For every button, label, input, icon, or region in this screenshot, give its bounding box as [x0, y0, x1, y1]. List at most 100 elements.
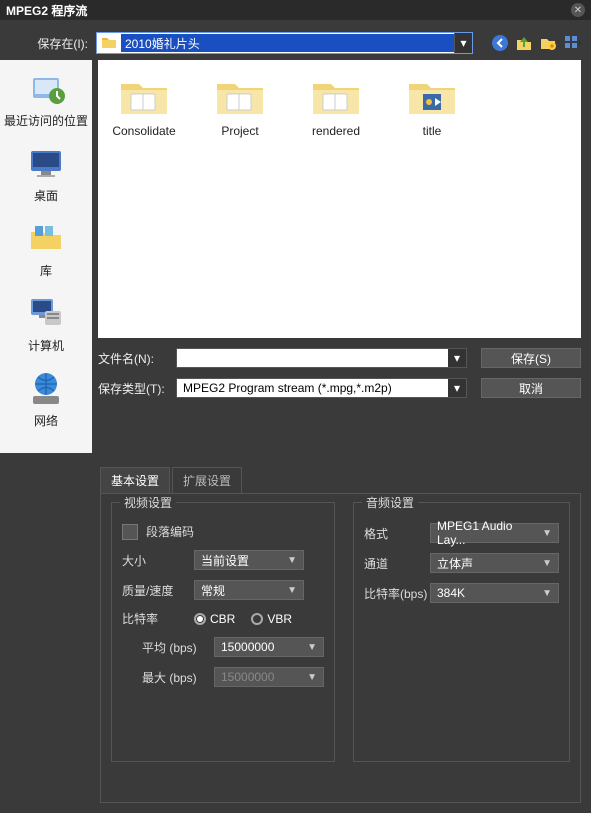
audio-bitrate-label: 比特率(bps)	[364, 585, 430, 602]
folder-icon	[101, 35, 117, 51]
chevron-down-icon[interactable]: ▾	[448, 349, 466, 367]
cancel-button[interactable]: 取消	[481, 378, 581, 398]
audio-format-row: 格式 MPEG1 Audio Lay...▼	[364, 523, 559, 543]
quality-select[interactable]: 常规 ▼	[194, 580, 304, 600]
chevron-down-icon: ▼	[307, 672, 317, 683]
sidebar-item-computer[interactable]: 计算机	[25, 293, 67, 354]
tab-label: 基本设置	[111, 474, 159, 488]
quality-row: 质量/速度 常规 ▼	[122, 580, 324, 600]
chevron-down-icon: ▼	[287, 585, 297, 596]
folder-icon	[213, 74, 267, 118]
folder-label: title	[423, 124, 442, 138]
close-button[interactable]: ✕	[571, 3, 585, 17]
bitrate-label: 比特率	[122, 610, 194, 627]
vbr-label: VBR	[267, 612, 292, 626]
path-dropdown[interactable]: 2010婚礼片头 ▾	[96, 32, 473, 54]
window-title: MPEG2 程序流	[6, 2, 87, 19]
save-button-label: 保存(S)	[511, 350, 551, 367]
file-list[interactable]: Consolidate Project rendered title	[98, 60, 581, 338]
recent-icon	[25, 68, 67, 110]
audio-channel-value: 立体声	[437, 555, 473, 572]
filetype-label: 保存类型(T):	[98, 380, 176, 397]
nav-toolbar	[481, 34, 581, 52]
folder-item[interactable]: title	[396, 74, 468, 138]
size-row: 大小 当前设置▼	[122, 550, 324, 570]
vbr-radio[interactable]	[251, 613, 263, 625]
folder-label: rendered	[312, 124, 360, 138]
folder-item[interactable]: rendered	[300, 74, 372, 138]
folder-icon	[405, 74, 459, 118]
settings-tabs: 基本设置 扩展设置	[100, 467, 581, 493]
sidebar-item-label: 桌面	[34, 187, 58, 204]
size-select[interactable]: 当前设置▼	[194, 550, 304, 570]
save-button[interactable]: 保存(S)	[481, 348, 581, 368]
filename-row: 文件名(N): ▾ 保存(S)	[98, 348, 581, 368]
tab-advanced[interactable]: 扩展设置	[172, 467, 242, 493]
audio-channel-select[interactable]: 立体声 ▼	[430, 553, 559, 573]
max-label: 最大 (bps)	[142, 669, 214, 686]
sidebar-item-desktop[interactable]: 桌面	[25, 143, 67, 204]
folder-icon	[309, 74, 363, 118]
max-bitrate-row: 最大 (bps) 15000000 ▼	[122, 667, 324, 687]
filename-label: 文件名(N):	[98, 350, 176, 367]
cancel-button-label: 取消	[519, 380, 543, 397]
computer-icon	[25, 293, 67, 335]
main-row: 最近访问的位置 桌面 库 计算机 网络 Consolidate Proj	[0, 60, 591, 453]
folder-label: Project	[221, 124, 258, 138]
sidebar-item-label: 计算机	[28, 337, 64, 354]
size-label: 大小	[122, 552, 194, 569]
network-icon	[25, 368, 67, 410]
audio-bitrate-row: 比特率(bps) 384K▼	[364, 583, 559, 603]
library-icon	[25, 218, 67, 260]
folder-item[interactable]: Project	[204, 74, 276, 138]
audio-format-label: 格式	[364, 525, 430, 542]
video-group-title: 视频设置	[120, 494, 176, 511]
file-fields: 文件名(N): ▾ 保存(S) 保存类型(T): MPEG2 Program s…	[98, 338, 581, 416]
view-mode-icon[interactable]	[563, 34, 581, 52]
avg-label: 平均 (bps)	[142, 639, 214, 656]
filename-input[interactable]: ▾	[176, 348, 467, 368]
path-text: 2010婚礼片头	[121, 34, 454, 52]
quality-value: 常规	[201, 582, 225, 599]
titlebar: MPEG2 程序流 ✕	[0, 0, 591, 20]
audio-format-select[interactable]: MPEG1 Audio Lay...▼	[430, 523, 559, 543]
avg-bitrate-select[interactable]: 15000000▼	[214, 637, 324, 657]
chevron-down-icon[interactable]: ▾	[448, 379, 466, 397]
video-settings-group: 视频设置 段落编码 大小 当前设置▼ 质量/速度 常规▼ 比特率 CBR VBR	[111, 502, 335, 762]
folder-item[interactable]: Consolidate	[108, 74, 180, 138]
size-value: 当前设置	[201, 552, 249, 569]
audio-channel-label: 通道	[364, 555, 430, 572]
tab-label: 扩展设置	[183, 474, 231, 488]
chevron-down-icon: ▼	[542, 528, 552, 539]
max-value: 15000000	[221, 670, 274, 684]
chevron-down-icon[interactable]: ▾	[454, 33, 472, 53]
segment-encode-row: 段落编码	[122, 523, 324, 540]
quality-label: 质量/速度	[122, 582, 194, 599]
up-icon[interactable]	[515, 34, 533, 52]
segment-encode-checkbox[interactable]	[122, 524, 138, 540]
cbr-radio[interactable]	[194, 613, 206, 625]
filetype-select[interactable]: MPEG2 Program stream (*.mpg,*.m2p) ▾	[176, 378, 467, 398]
chevron-down-icon: ▼	[542, 558, 552, 569]
tab-basic[interactable]: 基本设置	[100, 467, 170, 493]
chevron-down-icon: ▼	[542, 588, 552, 599]
sidebar-item-recent[interactable]: 最近访问的位置	[4, 68, 88, 129]
sidebar-item-library[interactable]: 库	[25, 218, 67, 279]
max-bitrate-select: 15000000 ▼	[214, 667, 324, 687]
audio-channel-row: 通道 立体声 ▼	[364, 553, 559, 573]
desktop-icon	[25, 143, 67, 185]
sidebar-item-label: 最近访问的位置	[4, 112, 88, 129]
sidebar-item-label: 网络	[34, 412, 58, 429]
settings-area: 基本设置 扩展设置 视频设置 段落编码 大小 当前设置▼ 质量/速度 常规▼ 比…	[0, 453, 591, 813]
file-area: Consolidate Project rendered title 文件名(N…	[92, 60, 591, 453]
sidebar-item-label: 库	[40, 262, 52, 279]
sidebar-item-network[interactable]: 网络	[25, 368, 67, 429]
audio-format-value: MPEG1 Audio Lay...	[437, 519, 542, 547]
avg-bitrate-row: 平均 (bps) 15000000▼	[122, 637, 324, 657]
avg-value: 15000000	[221, 640, 274, 654]
filetype-text: MPEG2 Program stream (*.mpg,*.m2p)	[177, 381, 448, 395]
audio-bitrate-select[interactable]: 384K▼	[430, 583, 559, 603]
back-icon[interactable]	[491, 34, 509, 52]
new-folder-icon[interactable]	[539, 34, 557, 52]
settings-panel: 视频设置 段落编码 大小 当前设置▼ 质量/速度 常规▼ 比特率 CBR VBR	[100, 493, 581, 803]
